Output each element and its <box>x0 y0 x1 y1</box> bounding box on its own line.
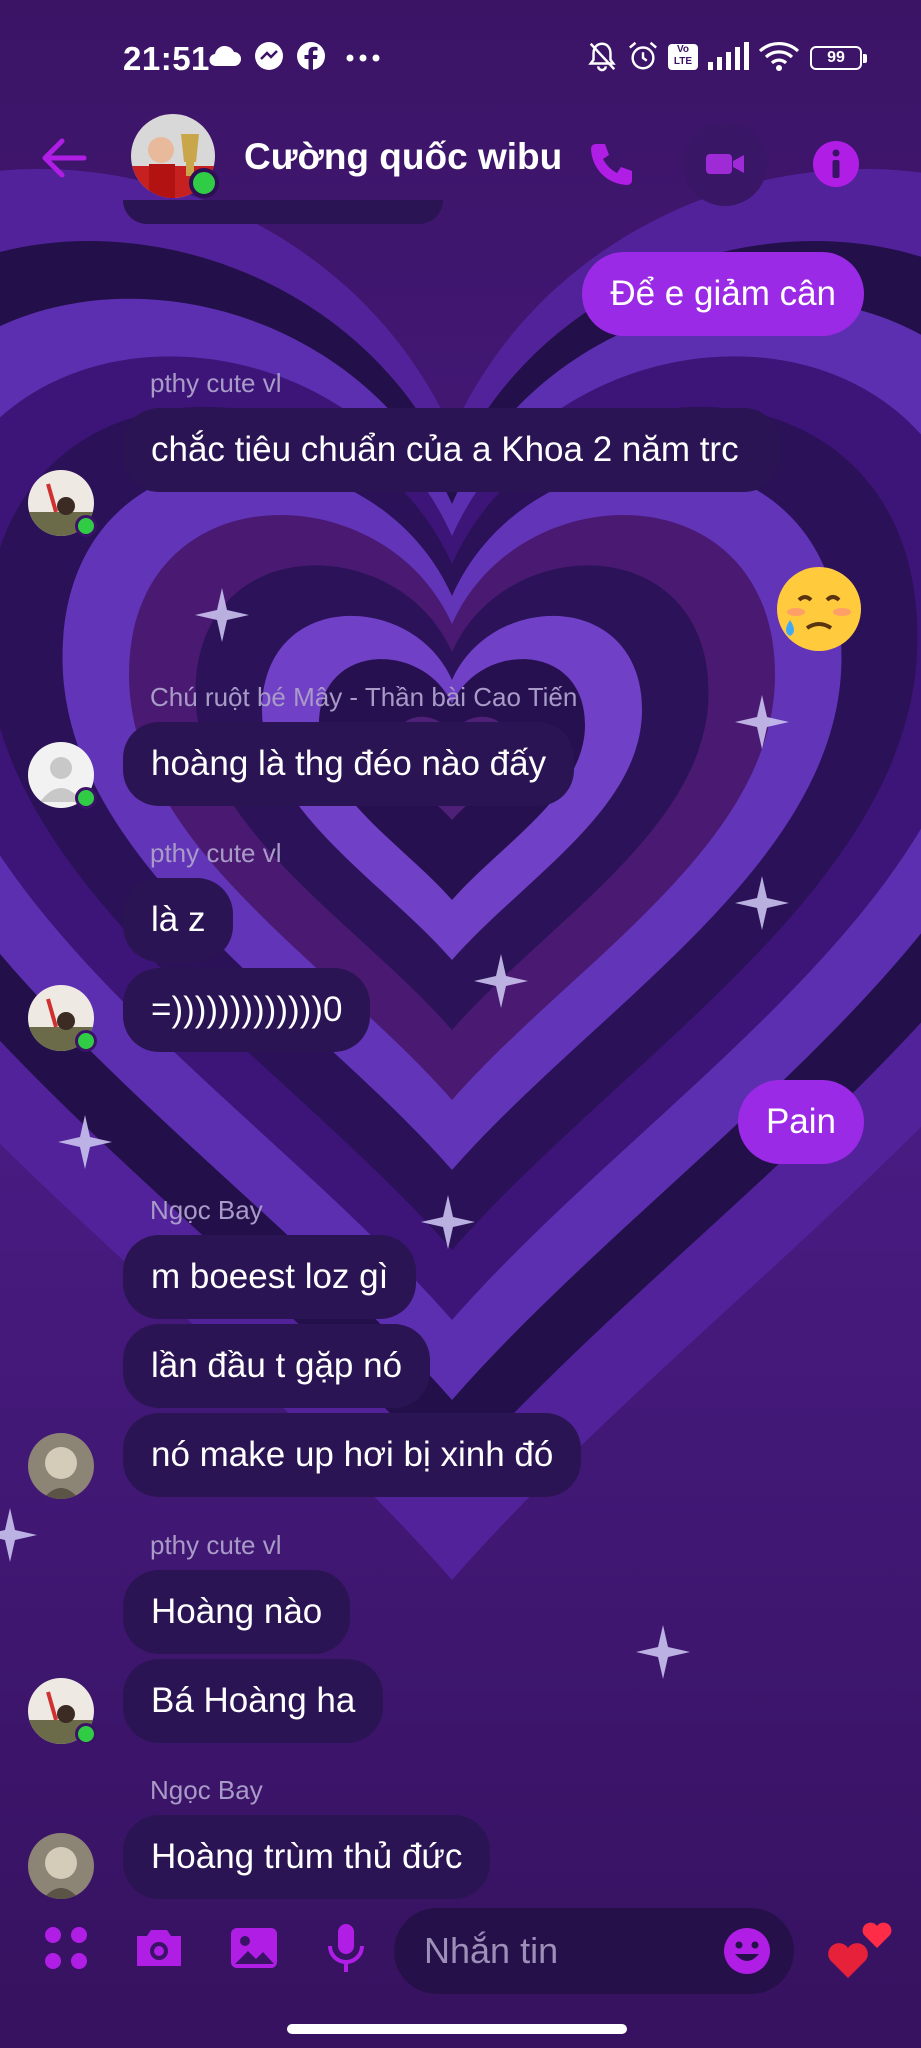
sender-avatar[interactable] <box>28 742 97 809</box>
status-time: 21:51 <box>123 40 210 77</box>
conversation-title[interactable]: Cường quốc wibu <box>244 136 562 178</box>
crying-face-emoji <box>777 567 861 651</box>
group-avatar[interactable] <box>131 114 219 198</box>
image-icon[interactable] <box>226 1920 282 1976</box>
info-button[interactable] <box>794 122 878 206</box>
cloud-icon <box>209 45 241 67</box>
incoming-message[interactable]: là z <box>123 878 234 962</box>
outgoing-message[interactable]: Pain <box>737 1080 864 1164</box>
incoming-message[interactable]: m boeest loz gì <box>123 1235 417 1319</box>
message-input-container[interactable] <box>394 1908 794 1994</box>
sender-name: pthy cute vl <box>150 1530 282 1560</box>
message-composer <box>0 1890 921 2010</box>
muted-bell-icon <box>588 42 616 72</box>
sender-name: Ngọc Bay <box>150 1775 263 1805</box>
microphone-icon[interactable] <box>318 1920 374 1976</box>
sender-avatar[interactable] <box>28 1678 97 1745</box>
reaction-emoji[interactable] <box>774 564 864 654</box>
battery-level: 99 <box>827 49 845 66</box>
video-icon <box>706 154 744 174</box>
emoji-icon[interactable] <box>722 1926 772 1976</box>
call-button[interactable] <box>570 122 654 206</box>
sender-avatar[interactable] <box>28 985 97 1052</box>
status-bar: 21:51 Vo LTE 99 <box>0 0 921 110</box>
incoming-message[interactable]: chắc tiêu chuẩn của a Khoa 2 năm trc <box>123 408 780 492</box>
incoming-message[interactable]: =)))))))))))))0 <box>123 968 371 1052</box>
online-indicator <box>189 168 219 198</box>
volte-icon: Vo LTE <box>668 44 698 70</box>
message-input[interactable] <box>422 1926 716 1976</box>
online-indicator <box>75 1030 97 1052</box>
signal-icon <box>708 42 749 70</box>
more-dots-icon <box>346 54 380 62</box>
incoming-message[interactable]: nó make up hơi bị xinh đó <box>123 1413 582 1497</box>
video-call-button[interactable] <box>683 122 767 206</box>
sender-avatar-image <box>28 1433 94 1499</box>
camera-icon[interactable] <box>131 1920 187 1976</box>
sender-avatar[interactable] <box>28 470 97 537</box>
apps-grid-icon[interactable] <box>38 1920 94 1976</box>
sender-name: Ngọc Bay <box>150 1195 263 1225</box>
facebook-icon <box>297 42 325 70</box>
home-indicator[interactable] <box>287 2024 627 2034</box>
back-arrow-icon[interactable] <box>38 132 90 184</box>
wifi-icon <box>758 41 800 71</box>
info-icon <box>813 141 859 187</box>
sender-avatar[interactable] <box>28 1433 94 1499</box>
sender-name: pthy cute vl <box>150 368 282 398</box>
phone-icon <box>591 144 632 185</box>
incoming-message[interactable]: Hoàng nào <box>123 1570 351 1654</box>
incoming-message[interactable]: lần đầu t gặp nó <box>123 1324 431 1408</box>
outgoing-message[interactable]: Để e giảm cân <box>582 252 864 336</box>
sender-name: Chú ruột bé Mây - Thần bài Cao Tiến <box>150 682 578 712</box>
messenger-icon <box>255 42 283 70</box>
sender-name: pthy cute vl <box>150 838 282 868</box>
battery-icon: 99 <box>810 46 867 70</box>
incoming-message[interactable]: Bá Hoàng ha <box>123 1659 384 1743</box>
incoming-message[interactable]: hoàng là thg đéo nào đấy <box>123 722 575 806</box>
chat-header: Cường quốc wibu <box>0 110 921 225</box>
incoming-message[interactable]: Hoàng trùm thủ đức <box>123 1815 491 1899</box>
online-indicator <box>75 1723 97 1745</box>
alarm-icon <box>629 41 657 70</box>
hearts-icon[interactable] <box>818 1910 898 1990</box>
online-indicator <box>75 787 97 809</box>
online-indicator <box>75 515 97 537</box>
